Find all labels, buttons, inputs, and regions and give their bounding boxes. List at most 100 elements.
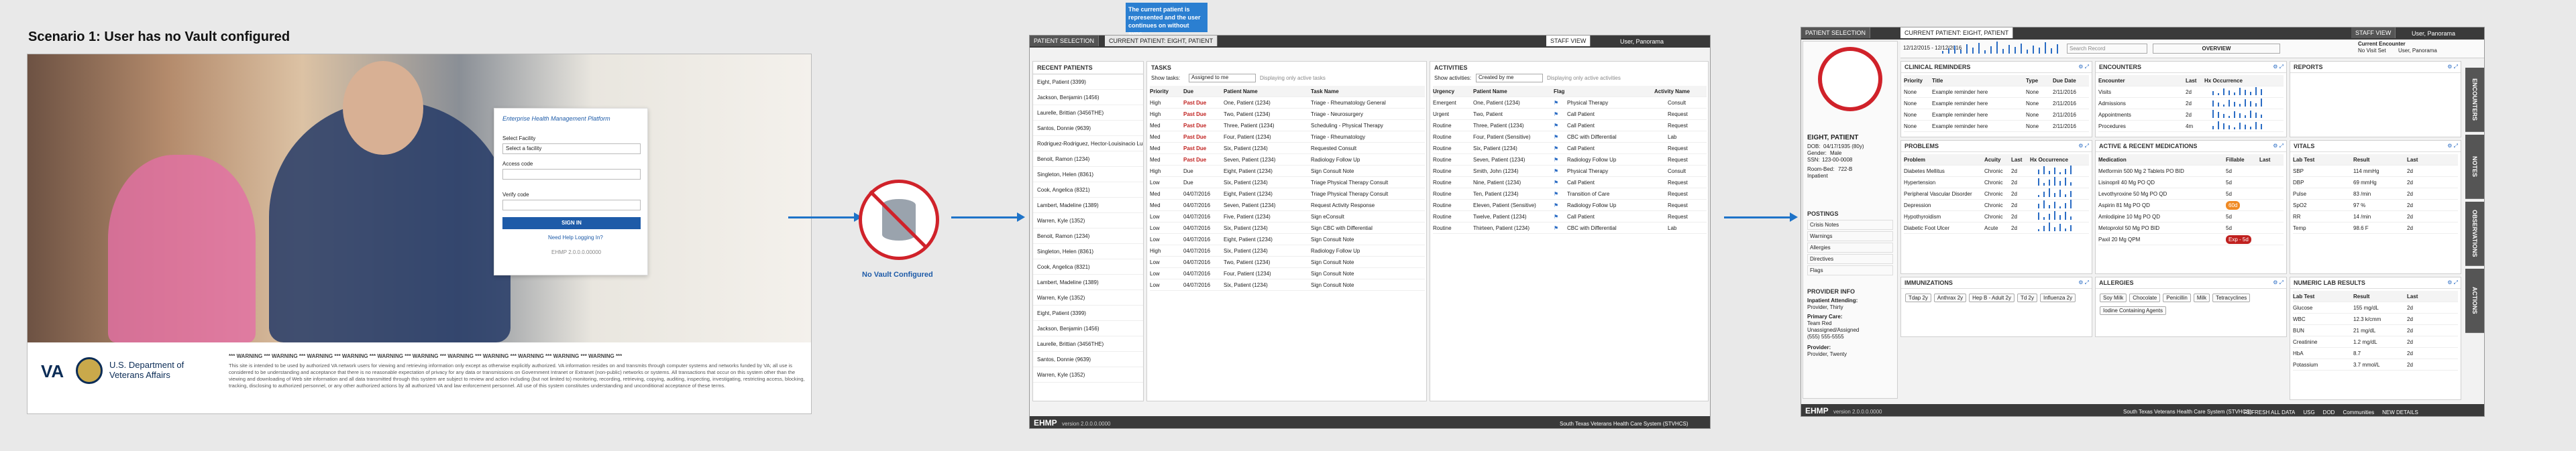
column-header[interactable]: Last bbox=[2407, 154, 2418, 165]
column-header[interactable]: Title bbox=[1932, 75, 1943, 86]
allergy-pill[interactable]: Chocolate bbox=[2129, 294, 2161, 302]
user-menu-3[interactable]: User, Panorama bbox=[2412, 30, 2455, 37]
facility-select[interactable]: Select a facility bbox=[502, 143, 641, 154]
footer-action[interactable]: USG bbox=[2303, 409, 2314, 415]
column-header[interactable]: Task Name bbox=[1311, 86, 1339, 96]
column-header[interactable]: Hx Occurrence bbox=[2204, 75, 2243, 86]
footer-action[interactable]: REFRESH ALL DATA bbox=[2244, 409, 2295, 415]
immunization-pill[interactable]: Anthrax 2y bbox=[1933, 294, 1967, 302]
posting-item[interactable]: Warnings bbox=[1807, 231, 1893, 241]
drawer-tab-notes[interactable]: NOTES bbox=[2465, 135, 2484, 199]
allergy-pill[interactable]: Milk bbox=[2193, 294, 2210, 302]
help-link[interactable]: Need Help Logging In? bbox=[548, 235, 603, 241]
column-header[interactable]: Last bbox=[2011, 154, 2022, 165]
column-header[interactable]: Type bbox=[2026, 75, 2038, 86]
vital-row[interactable]: DBP 69 mmHg 2d bbox=[2293, 177, 2458, 188]
column-header[interactable]: Result bbox=[2353, 154, 2369, 165]
task-row[interactable]: Med 04/07/2016 Seven, Patient (1234) Reques… bbox=[1150, 200, 1425, 211]
activity-row[interactable]: Routine Twelve, Patient (1234) Call Patien… bbox=[1433, 211, 1707, 222]
recent-patient-item[interactable]: Benoit, Ramon (1234) bbox=[1033, 151, 1143, 167]
recent-patient-item[interactable]: Santos, Donnie (9639) bbox=[1033, 352, 1143, 367]
column-header[interactable]: Lab Test bbox=[2293, 154, 2314, 165]
applet-options-icon[interactable]: ⚙ ⤢ bbox=[2273, 143, 2284, 149]
recent-patient-item[interactable]: Jackson, Benjamin (1456) bbox=[1033, 321, 1143, 336]
lab-row[interactable]: BUN 21 mg/dL 2d bbox=[2293, 325, 2458, 336]
column-header[interactable]: Problem bbox=[1904, 154, 1925, 165]
posting-item[interactable]: Flags bbox=[1807, 265, 1893, 275]
column-header[interactable]: Flag bbox=[1554, 86, 1564, 96]
reminder-row[interactable]: None Example reminder here None 2/11/2016 bbox=[1904, 98, 2089, 109]
reminder-row[interactable]: None Example reminder here None 2/11/2016 bbox=[1904, 86, 2089, 98]
column-header[interactable]: Urgency bbox=[1433, 86, 1454, 96]
vital-row[interactable]: Temp 98.6 F 2d bbox=[2293, 222, 2458, 234]
recent-patient-item[interactable]: Laurelle, Brittian (3456THE) bbox=[1033, 105, 1143, 121]
applet-options-icon[interactable]: ⚙ ⤢ bbox=[2078, 143, 2089, 149]
posting-item[interactable]: Allergies bbox=[1807, 243, 1893, 253]
activities-filter-select[interactable]: Created by me bbox=[1476, 74, 1543, 82]
tab-patient-selection[interactable]: PATIENT SELECTION bbox=[1030, 36, 1099, 46]
medication-row[interactable]: Paxil 20 Mg QPM5dExp - 5d bbox=[2098, 234, 2284, 245]
column-header[interactable]: Priority bbox=[1904, 75, 1923, 86]
column-header[interactable]: Encounter bbox=[2098, 75, 2125, 86]
reminder-row[interactable]: None Example reminder here None 2/11/2016 bbox=[1904, 121, 2089, 132]
activity-row[interactable]: Emergent One, Patient (1234) Physical Ther… bbox=[1433, 97, 1707, 109]
no-visit[interactable]: No Visit Set bbox=[2358, 48, 2386, 54]
activity-row[interactable]: Routine Ten, Patient (1234) Transition of … bbox=[1433, 188, 1707, 200]
recent-patient-item[interactable]: Benoit, Ramon (1234) bbox=[1033, 229, 1143, 244]
medication-row[interactable]: Amlodipine 10 Mg PO QD 5d bbox=[2098, 211, 2284, 222]
activity-row[interactable]: Routine Nine, Patient (1234) Call Patient R… bbox=[1433, 177, 1707, 188]
task-row[interactable]: High Due Eight, Patient (1234) Sign Consult… bbox=[1150, 166, 1425, 177]
medication-row[interactable]: Lisinopril 40 Mg PO QD 5d bbox=[2098, 177, 2284, 188]
medication-row[interactable]: Metformin 500 Mg 2 Tablets PO BID 5d bbox=[2098, 166, 2284, 177]
task-row[interactable]: Low 04/07/2016 Six, Patient (1234) Sign Con… bbox=[1150, 279, 1425, 291]
allergy-pill[interactable]: Penicillin bbox=[2163, 294, 2191, 302]
footer-action[interactable]: NEW DETAILS bbox=[2382, 409, 2418, 415]
encounter-row[interactable]: Appointments 2d bbox=[2098, 109, 2284, 121]
lab-row[interactable]: HbA 8.7 2d bbox=[2293, 348, 2458, 359]
task-row[interactable]: Med Past Due Seven, Patient (1234) Radiolog… bbox=[1150, 154, 1425, 166]
recent-patient-item[interactable]: Cook, Angelica (8321) bbox=[1033, 259, 1143, 275]
task-row[interactable]: Low 04/07/2016 Six, Patient (1234) Sign CBC… bbox=[1150, 222, 1425, 234]
immunization-pill[interactable]: Influenza 2y bbox=[2039, 294, 2076, 302]
medication-row[interactable]: Aspirin 81 Mg PO QD5d60d bbox=[2098, 200, 2284, 211]
recent-patient-item[interactable]: Singleton, Helen (8361) bbox=[1033, 167, 1143, 182]
recent-patient-item[interactable]: Warren, Kyle (1352) bbox=[1033, 290, 1143, 306]
immunization-pill[interactable]: Tdap 2y bbox=[1905, 294, 1931, 302]
recent-patient-item[interactable]: Lambert, Madeline (1389) bbox=[1033, 198, 1143, 213]
column-header[interactable]: Due Date bbox=[2053, 75, 2076, 86]
allergy-pill[interactable]: Soy Milk bbox=[2100, 294, 2127, 302]
activity-row[interactable]: Routine Smith, John (1234) Physical Therap… bbox=[1433, 166, 1707, 177]
lab-row[interactable]: Glucose 155 mg/dL 2d bbox=[2293, 302, 2458, 314]
sign-in-button[interactable]: SIGN IN bbox=[502, 217, 641, 229]
task-row[interactable]: Low 04/07/2016 Eight, Patient (1234) Sign C… bbox=[1150, 234, 1425, 245]
problem-row[interactable]: Depression Chronic 2d bbox=[1904, 200, 2089, 211]
column-header[interactable]: Patient Name bbox=[1473, 86, 1507, 96]
activity-row[interactable]: Routine Eleven, Patient (Sensitive) Radiol… bbox=[1433, 200, 1707, 211]
tab-patient-selection-3[interactable]: PATIENT SELECTION bbox=[1801, 27, 1871, 38]
encounter-row[interactable]: Visits 2d bbox=[2098, 86, 2284, 98]
recent-patient-item[interactable]: Cook, Angelica (8321) bbox=[1033, 182, 1143, 198]
reminder-row[interactable]: None Example reminder here None 2/11/2016 bbox=[1904, 109, 2089, 121]
lab-row[interactable]: Creatinine 1.2 mg/dL 2d bbox=[2293, 336, 2458, 348]
problem-row[interactable]: Diabetes Mellitus Chronic 2d bbox=[1904, 166, 2089, 177]
column-header[interactable]: Fillable bbox=[2226, 154, 2245, 165]
recent-patient-item[interactable]: Warren, Kyle (1352) bbox=[1033, 213, 1143, 229]
column-header[interactable]: Activity Name bbox=[1654, 86, 1690, 96]
problem-row[interactable]: Hypertension Chronic 2d bbox=[1904, 177, 2089, 188]
column-header[interactable]: Priority bbox=[1150, 86, 1169, 96]
vital-row[interactable]: SBP 114 mmHg 2d bbox=[2293, 166, 2458, 177]
timeline-sparkline[interactable] bbox=[1942, 42, 2063, 56]
user-menu[interactable]: User, Panorama bbox=[1620, 38, 1664, 45]
problem-row[interactable]: Peripheral Vascular Disorder Chronic 2d bbox=[1904, 188, 2089, 200]
search-record-input[interactable]: Search Record bbox=[2067, 44, 2147, 54]
column-header[interactable]: Last bbox=[2407, 291, 2418, 302]
medication-row[interactable]: Levothyroxine 50 Mg PO QD 5d bbox=[2098, 188, 2284, 200]
allergy-pill[interactable]: Tetracyclines bbox=[2212, 294, 2251, 302]
column-header[interactable]: Medication bbox=[2098, 154, 2127, 165]
column-header[interactable]: Hx Occurrence bbox=[2030, 154, 2068, 165]
recent-patient-item[interactable]: Eight, Patient (3399) bbox=[1033, 74, 1143, 90]
recent-patient-item[interactable]: Warren, Kyle (1352) bbox=[1033, 367, 1143, 383]
column-header[interactable]: Acuity bbox=[1984, 154, 2000, 165]
posting-item[interactable]: Crisis Notes bbox=[1807, 220, 1893, 230]
lab-row[interactable]: WBC 12.3 k/cmm 2d bbox=[2293, 314, 2458, 325]
